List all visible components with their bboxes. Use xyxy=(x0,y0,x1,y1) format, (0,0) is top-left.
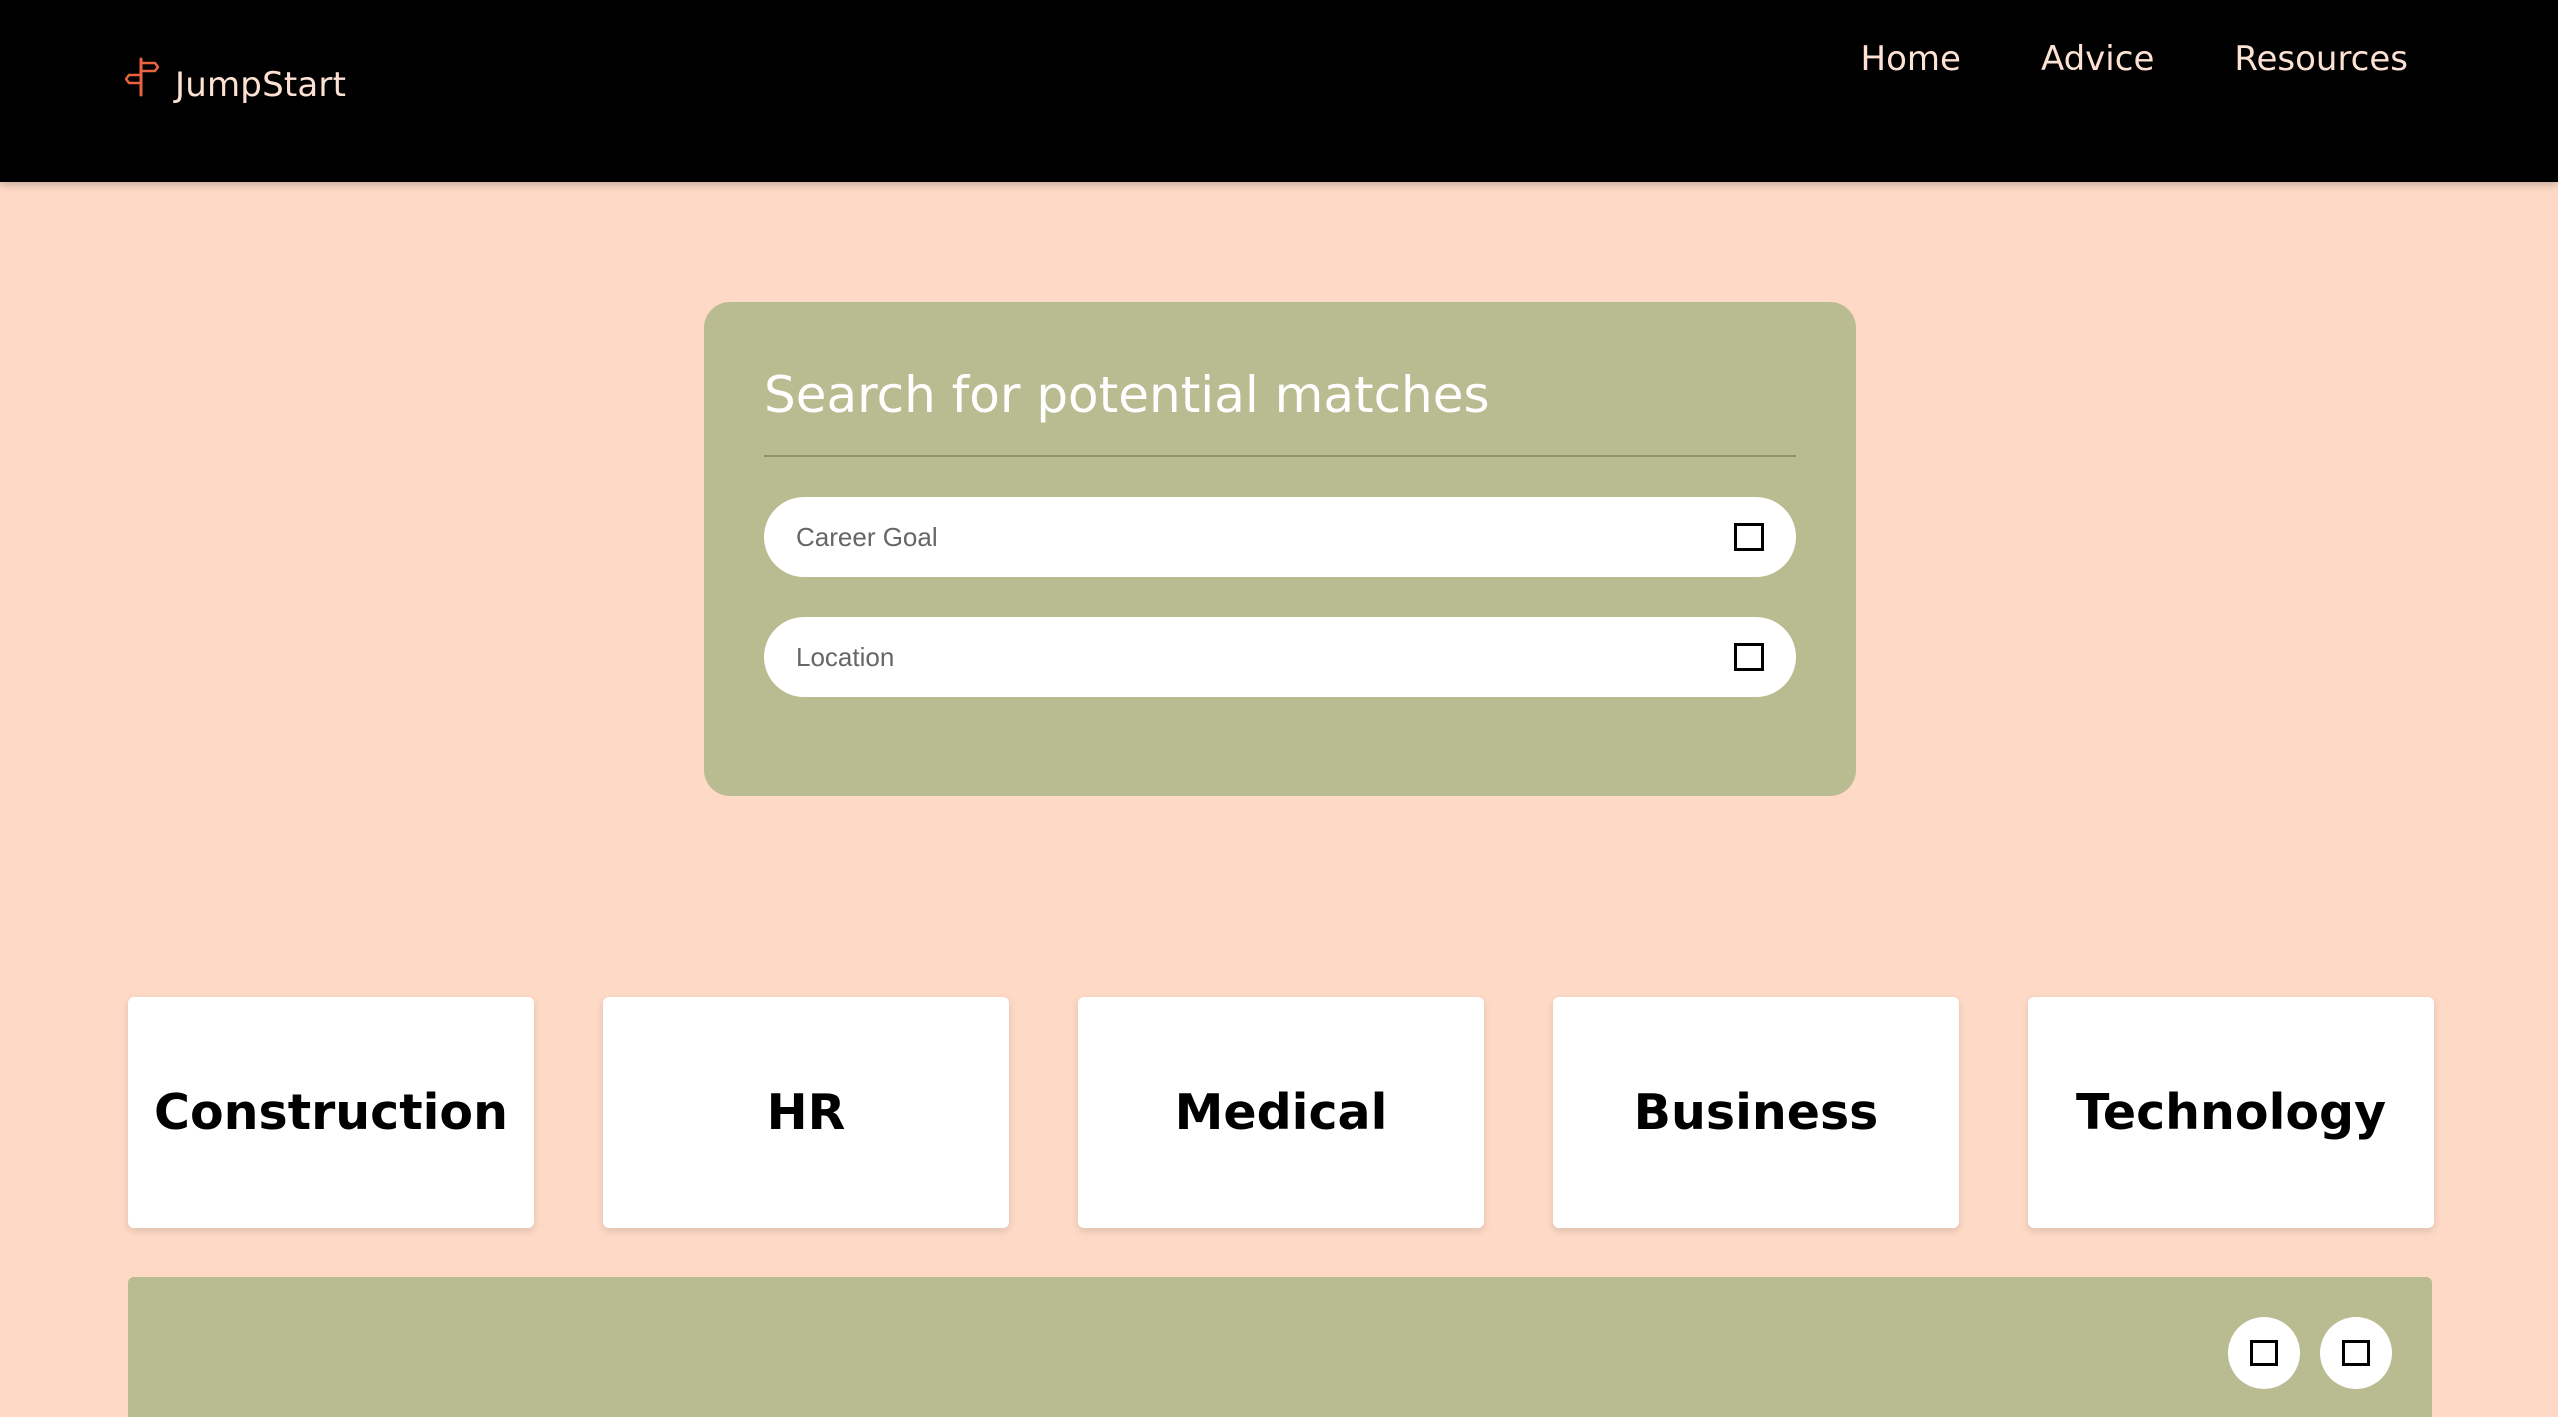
location-field xyxy=(764,617,1796,697)
top-navigation-bar: JumpStart Home Advice Resources xyxy=(0,0,2558,182)
category-card-medical[interactable]: Medical xyxy=(1078,997,1484,1228)
previous-icon xyxy=(2250,1340,2278,1366)
career-goal-field xyxy=(764,497,1796,577)
category-cards: Construction HR Medical Business Technol… xyxy=(128,997,2434,1228)
category-card-hr[interactable]: HR xyxy=(603,997,1009,1228)
search-panel: Search for potential matches xyxy=(704,302,1856,796)
category-label: Technology xyxy=(2075,1084,2387,1141)
main-nav: Home Advice Resources xyxy=(1861,36,2408,82)
brand-name: JumpStart xyxy=(175,65,347,105)
search-title: Search for potential matches xyxy=(764,366,1490,424)
nav-resources-link[interactable]: Resources xyxy=(2234,36,2408,82)
career-goal-icon[interactable] xyxy=(1734,523,1764,551)
category-card-business[interactable]: Business xyxy=(1553,997,1959,1228)
category-label: Business xyxy=(1633,1084,1879,1141)
category-label: Construction xyxy=(154,1084,508,1141)
nav-home-link[interactable]: Home xyxy=(1861,36,1961,82)
next-icon xyxy=(2342,1340,2370,1366)
category-label: HR xyxy=(766,1084,846,1141)
previous-button[interactable] xyxy=(2228,1317,2300,1389)
location-input[interactable] xyxy=(796,641,1724,673)
search-divider xyxy=(764,455,1796,457)
category-label: Medical xyxy=(1174,1084,1388,1141)
nav-advice-link[interactable]: Advice xyxy=(2041,36,2154,82)
signpost-icon xyxy=(125,57,160,97)
category-card-technology[interactable]: Technology xyxy=(2028,997,2434,1228)
results-panel xyxy=(128,1277,2432,1417)
brand-logo[interactable]: JumpStart xyxy=(125,55,346,115)
category-card-construction[interactable]: Construction xyxy=(128,997,534,1228)
next-button[interactable] xyxy=(2320,1317,2392,1389)
career-goal-input[interactable] xyxy=(796,521,1724,553)
location-icon[interactable] xyxy=(1734,643,1764,671)
